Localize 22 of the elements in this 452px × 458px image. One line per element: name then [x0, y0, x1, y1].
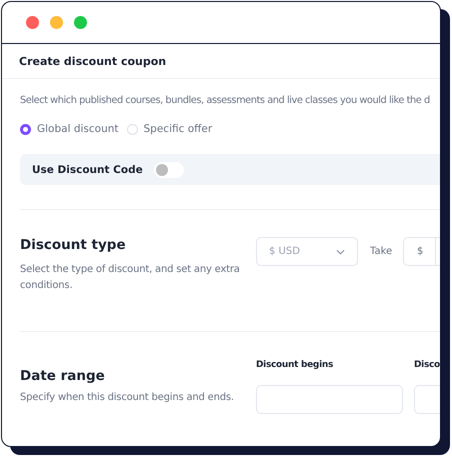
- maximize-dot-icon[interactable]: [74, 16, 87, 29]
- minimize-dot-icon[interactable]: [50, 16, 63, 29]
- section-description: Specify when this discount begins and ends.: [20, 391, 235, 405]
- field-label: Discount begins: [256, 360, 334, 372]
- section-title: Date range: [20, 368, 106, 384]
- currency-prefix: $: [417, 238, 436, 265]
- toggle-label: Use Discount Code: [32, 164, 144, 176]
- amount-field[interactable]: $: [403, 237, 440, 266]
- window-title: Create discount coupon: [19, 54, 166, 68]
- section-description: Select the type of discount, and set any extra conditions.: [20, 263, 241, 293]
- close-dot-icon[interactable]: [26, 16, 39, 29]
- take-label: Take: [370, 246, 394, 257]
- section-title: Discount type: [20, 237, 127, 253]
- radio-button[interactable]: [20, 124, 31, 134]
- currency-select[interactable]: $ USD: [256, 237, 358, 266]
- radio-option[interactable]: Specific offer: [126, 123, 212, 135]
- intro-text: Select which published courses, bundles, assessments and live classes you would like the d: [20, 95, 431, 106]
- chevron-down-icon: [336, 248, 345, 254]
- toggle-switch[interactable]: [154, 162, 184, 178]
- field-label: Disco: [414, 360, 440, 372]
- date-field[interactable]: [256, 385, 403, 414]
- radio-option[interactable]: Global discount: [20, 123, 119, 135]
